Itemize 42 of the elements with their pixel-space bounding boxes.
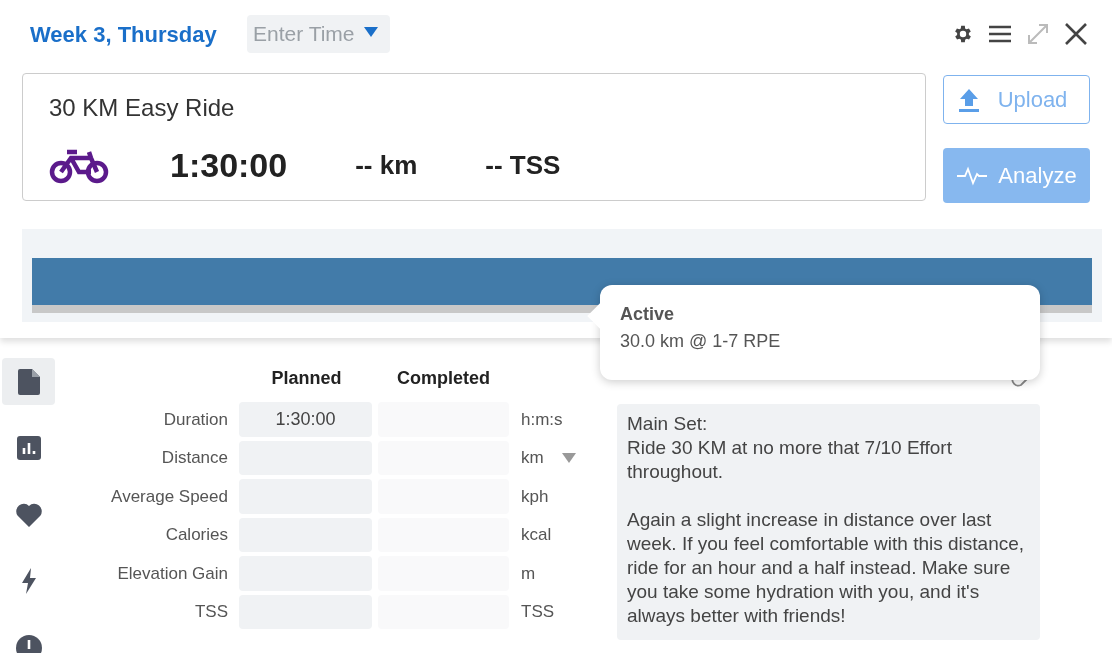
unit-label: m [521, 562, 536, 585]
upload-icon [957, 87, 980, 112]
field-label: TSS [193, 601, 228, 623]
caret-icon[interactable] [364, 27, 378, 37]
time-field[interactable]: Enter Time [247, 15, 390, 53]
sidebar-tab[interactable] [2, 358, 55, 405]
field-label: Distance [160, 447, 228, 469]
tooltip-title: Active [620, 303, 675, 326]
bicycle-icon [49, 147, 109, 184]
unit-label: kcal [521, 524, 552, 546]
close-icon[interactable] [1064, 22, 1088, 46]
description-paragraph: Main Set: Ride 30 KM at no more that 7/10 Effort throughout. [627, 412, 953, 484]
column-header: Completed [396, 366, 491, 390]
pulse-icon [956, 165, 989, 186]
field-label: Average Speed [110, 485, 228, 508]
settings-icon[interactable] [952, 23, 974, 45]
lightning-icon [21, 568, 36, 594]
distance-value: -- km [355, 149, 418, 182]
dropdown-icon[interactable] [561, 452, 576, 463]
document-icon [17, 368, 40, 395]
upload-button[interactable]: Upload [943, 75, 1090, 124]
expand-icon[interactable] [1026, 22, 1050, 46]
tooltip-text: 30.0 km @ 1-7 RPE [620, 330, 781, 353]
day-title: Week 3, Thursday [30, 20, 218, 49]
workout-title: 30 KM Easy Ride [49, 93, 235, 123]
menu-icon[interactable] [988, 25, 1012, 43]
field-label: Duration [162, 408, 228, 431]
heart-icon [14, 502, 43, 527]
description-paragraph: Again a slight increase in distance over last week. If you feel comfortable with this distance, ride for an hour and a half instead. Make sure you take some hydration with you, and it's always better with friends! [627, 508, 1026, 628]
column-header: Planned [270, 366, 343, 390]
analyze-button[interactable]: Analyze [943, 148, 1090, 203]
bar-chart-icon [16, 436, 41, 460]
field-label: Calories [164, 524, 228, 546]
unit-label: TSS [521, 601, 555, 623]
field-label: Elevation Gain [116, 562, 228, 585]
duration-value: 1:30:00 [170, 145, 288, 186]
unit-label: h:m:s [521, 408, 563, 431]
unit-label: kph [521, 485, 549, 508]
planned-field[interactable]: 1:30:00 [239, 402, 372, 437]
unit-label: km [521, 447, 544, 469]
clock-icon [15, 634, 42, 653]
tss-value: -- TSS [485, 149, 561, 182]
